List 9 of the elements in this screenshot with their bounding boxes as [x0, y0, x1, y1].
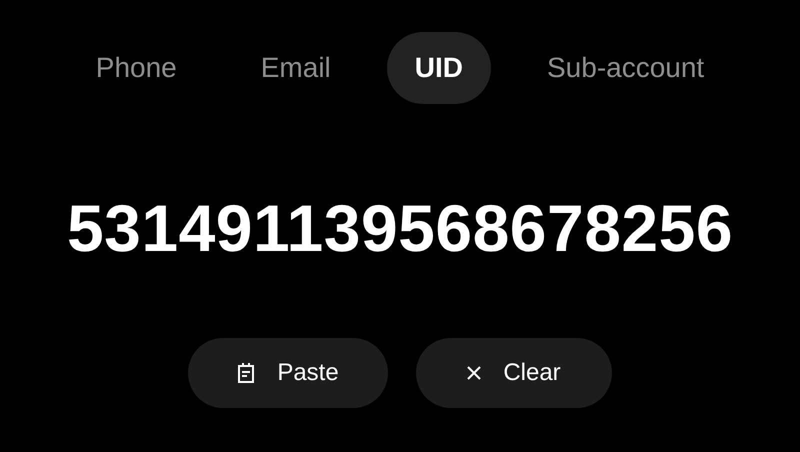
tab[interactable]: Email — [232, 32, 359, 104]
uid-value: 531491139568678256 — [66, 190, 734, 266]
tab[interactable]: Sub-account — [519, 32, 732, 104]
clipboard-icon — [237, 362, 256, 384]
tab[interactable]: UID — [386, 32, 491, 104]
tab[interactable]: Phone — [68, 32, 205, 104]
clear-button[interactable]: Clear — [416, 338, 612, 408]
close-icon — [467, 366, 482, 380]
paste-button[interactable]: Paste — [188, 338, 388, 408]
